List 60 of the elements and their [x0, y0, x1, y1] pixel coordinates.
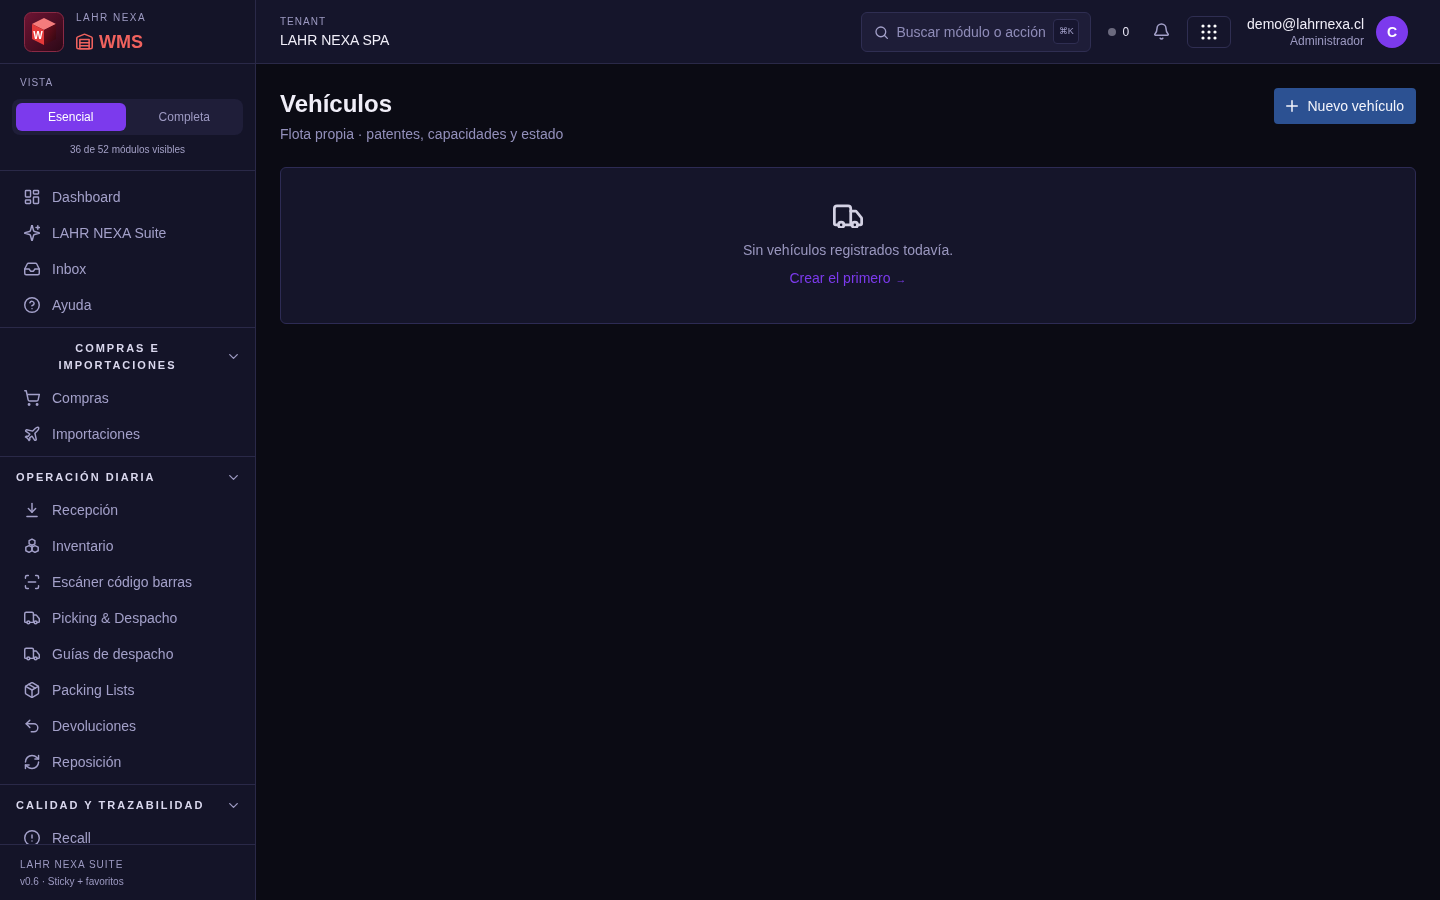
sidebar-item[interactable]: Compras — [0, 380, 255, 416]
sidebar-item[interactable]: Packing Lists — [0, 672, 255, 708]
plane-icon — [24, 426, 40, 442]
page-title: Vehículos — [280, 89, 393, 119]
logo-icon: W — [24, 11, 64, 52]
apps-button[interactable] — [1187, 15, 1232, 48]
bell-icon — [1153, 23, 1169, 40]
package-icon — [24, 682, 40, 698]
footer-title: LAHR NEXA SUITE — [20, 858, 124, 872]
sidebar-item[interactable]: Dashboard — [0, 179, 255, 215]
view-tab[interactable]: Completa — [129, 103, 239, 131]
sidebar-item[interactable]: Devoluciones — [0, 708, 255, 744]
product-name: WMS — [99, 30, 143, 53]
new-vehicle-button[interactable]: Nuevo vehículo — [1274, 88, 1416, 124]
boxes-icon — [24, 538, 40, 554]
status-dot-icon — [1108, 27, 1117, 36]
page-subtitle: Flota propia · patentes, capacidades y estado — [280, 125, 564, 143]
status-count: 0 — [1122, 24, 1130, 39]
sidebar-item[interactable]: Importaciones — [0, 416, 255, 452]
section-header[interactable]: OPERACIÓN DIARIA — [0, 457, 255, 492]
sidebar-item[interactable]: Guías de despacho — [0, 636, 255, 672]
sidebar-item[interactable]: Reposición — [0, 744, 255, 780]
sidebar-item[interactable]: Recall — [0, 820, 255, 844]
inbox-icon — [24, 261, 40, 277]
refresh-icon — [24, 754, 40, 770]
sidebar-item[interactable]: Ayuda — [0, 287, 255, 323]
cart-icon — [24, 390, 40, 406]
avatar[interactable]: C — [1376, 15, 1408, 48]
scan-icon — [24, 574, 40, 590]
tenant-name: LAHR NEXA SPA — [280, 30, 390, 49]
truck-icon — [24, 610, 40, 626]
sidebar-item[interactable]: Recepción — [0, 492, 255, 528]
brand-company: LAHR NEXA — [76, 10, 147, 25]
modules-count-text: 36 de 52 módulos visibles — [69, 143, 186, 157]
version-text: v0.6 · Sticky + favoritos — [20, 875, 124, 889]
sparkle-icon — [24, 225, 40, 241]
user-email: demo@lahrnexa.cl — [1247, 14, 1364, 33]
truck-icon — [833, 204, 863, 228]
section-header[interactable]: COMPRAS E IMPORTACIONES — [0, 328, 255, 380]
user-role: Administrador — [1289, 32, 1364, 49]
sidebar-item[interactable]: Inbox — [0, 251, 255, 287]
empty-message: Sin vehículos registrados todavía. — [742, 241, 954, 260]
sidebar-item[interactable]: LAHR NEXA Suite — [0, 215, 255, 251]
sidebar-item[interactable]: Escáner código barras — [0, 564, 255, 600]
view-tab[interactable]: Esencial — [16, 103, 126, 131]
sidebar-item[interactable]: Inventario — [0, 528, 255, 564]
warehouse-icon — [76, 33, 93, 50]
dots-grid-icon — [1201, 23, 1218, 40]
view-label: VISTA — [19, 76, 54, 90]
tenant-label: TENANT — [280, 14, 327, 29]
question-circle-icon — [24, 297, 40, 313]
download-icon — [24, 502, 40, 518]
shortcut-key: ⌘K — [1053, 18, 1080, 44]
search-icon — [875, 25, 889, 39]
truck-icon — [24, 646, 40, 662]
grid-icon — [24, 189, 40, 205]
sidebar-item[interactable]: Picking & Despacho — [0, 600, 255, 636]
undo-arrow-icon — [24, 718, 40, 734]
section-header[interactable]: CALIDAD Y TRAZABILIDAD — [0, 785, 255, 820]
plus-icon — [1286, 100, 1299, 112]
